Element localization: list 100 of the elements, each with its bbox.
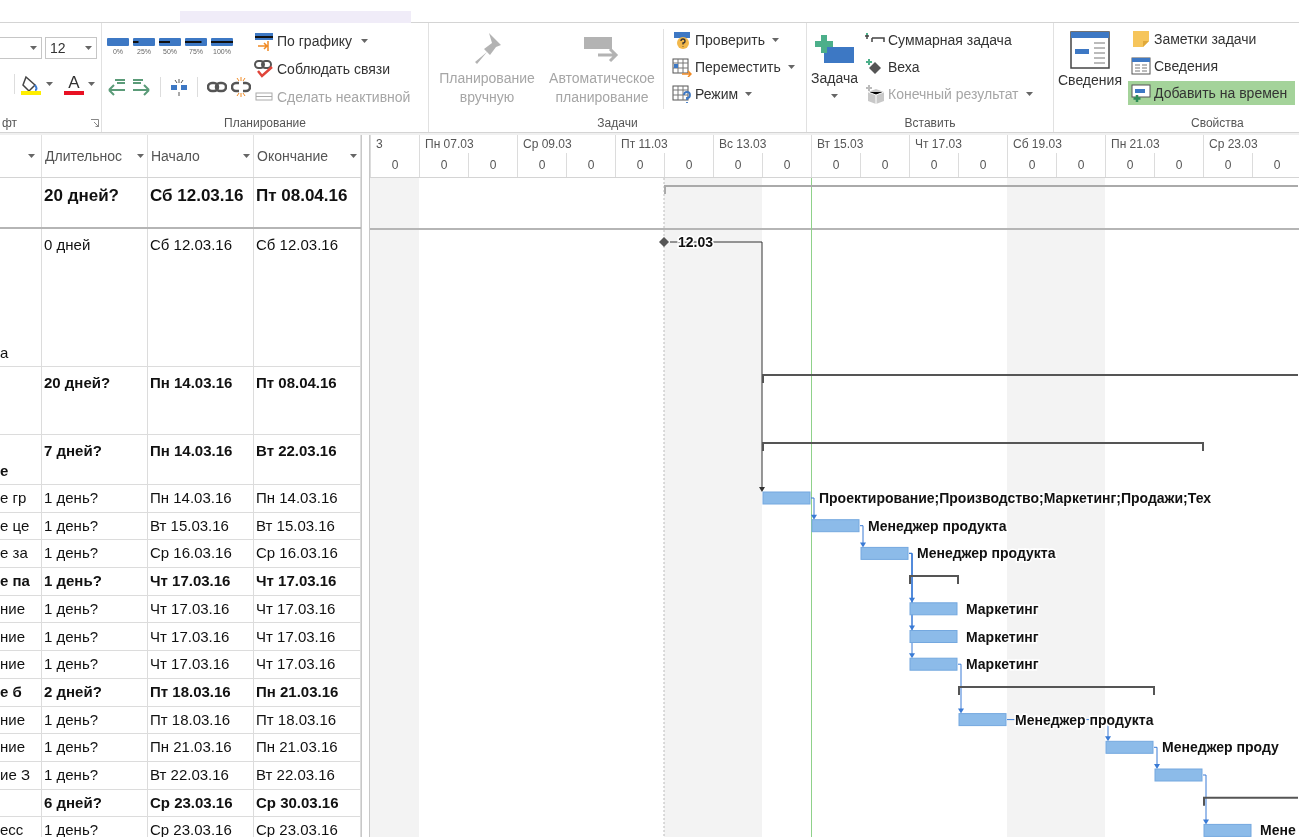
start-date-cell-text: Пн 21.03.16 [150,737,232,758]
task-bar [860,546,909,560]
duration-cell-text: 1 день? [44,737,99,758]
ribbon-button[interactable]: Веха [865,56,1033,78]
ribbon-button[interactable]: Сведения [1128,54,1296,78]
start-date-cell-text: Ср 16.03.16 [150,543,232,564]
split-task-button[interactable] [170,78,188,96]
timescale-date: Пт 11.03 [621,136,668,153]
finish-date-cell-text: Чт 17.03.16 [256,571,337,592]
ribbon-button[interactable]: Проверить [672,29,795,51]
timescale-value: 0 [1224,157,1232,174]
finish-date-cell-text: Вт 22.03.16 [256,764,335,785]
timescale-value: 0 [930,157,938,174]
timescale-value: 0 [1273,157,1281,174]
start-date-cell-text: Вт 22.03.16 [150,764,229,785]
duration-cell-text: 1 день? [44,709,99,730]
column-header[interactable]: Начало [148,135,254,177]
duration-cell-text: 1 день? [44,598,99,619]
start-date-cell-text: Пн 14.03.16 [150,441,233,461]
column-header[interactable]: Длительнос [42,135,148,177]
group-label: Вставить [904,115,956,132]
ribbon-button[interactable]: Соблюдать связи [254,58,411,80]
group-label: Свойства [1191,115,1244,132]
task-name-cell-text: есс [0,820,24,837]
bar-label: Мене [1260,822,1296,837]
start-date-cell-text: Пн 14.03.16 [150,373,233,393]
task-name-cell-text: ние [0,709,25,730]
large-ribbon-button[interactable]: Задача [811,29,858,98]
font-size-field[interactable]: 12 [45,37,97,59]
bar-label: Менеджер продукта [917,545,1056,562]
timescale-value: 0 [391,157,399,174]
large-ribbon-button[interactable]: Сведения [1058,29,1122,89]
schedule-bar-icon [254,31,274,51]
duration-cell-text: 1 день? [44,626,99,647]
timescale-value: 0 [440,157,448,174]
bar-label: Маркетинг [966,600,1039,617]
font-color-button[interactable]: A [64,73,95,95]
duration-cell-text: 0 дней [44,235,91,255]
calendar-question-icon [672,84,692,104]
finish-date-cell-text: Ср 30.03.16 [256,792,339,813]
start-date-cell-text: Сб 12.03.16 [150,185,244,207]
start-date-cell-text: Чт 17.03.16 [150,598,230,619]
timescale-value: 0 [1126,157,1134,174]
task-bar [1203,823,1252,837]
calendar-move-icon [672,57,692,77]
start-date-cell-text: Чт 17.03.16 [150,654,230,675]
task-name-cell-text: ние [0,598,25,619]
timescale-value: 0 [587,157,595,174]
duration-cell-text: 7 дней? [44,441,102,461]
start-date-cell-text: Пт 18.03.16 [150,681,231,702]
caret-icon [243,154,250,158]
link-arrow [1202,774,1209,825]
question-calendar-icon [672,30,692,50]
dialog-launcher-icon [91,119,99,127]
finish-date-cell-text: Вт 22.03.16 [256,441,337,461]
task-name-cell-text: ние [0,737,25,758]
finish-date-cell-text: Пн 14.03.16 [256,488,338,509]
caret-icon [745,92,753,96]
fill-color-button[interactable] [20,73,53,95]
task-bar [909,630,958,643]
start-date-cell-text: Ср 23.03.16 [150,792,233,813]
start-date-cell-text: Пн 14.03.16 [150,488,232,509]
task-name-cell-text: ие З [0,764,30,785]
timescale-date: Чт 17.03 [915,136,962,153]
timescale-date: Сб 19.03 [1013,136,1062,153]
ribbon-button[interactable]: Суммарная задача [865,29,1033,51]
start-date-cell-text: Сб 12.03.16 [150,235,232,255]
indent-button[interactable] [131,78,151,96]
link-arrow [859,525,866,548]
task-name-cell-text: е гр [0,488,27,509]
caret-icon [1025,92,1033,96]
caret-icon [350,154,357,158]
milestone-diamond [659,237,669,247]
task-name-cell-text: е це [0,515,30,536]
duration-cell-text: 2 дней? [44,681,102,702]
duration-cell-text: 20 дней? [44,185,119,207]
task-bar [1105,740,1154,754]
timescale-value: 0 [783,157,791,174]
split-bar-icon [170,78,188,96]
caret-icon [85,46,92,50]
unlink-button[interactable] [231,77,251,97]
ribbon-button[interactable]: По графику [254,30,411,52]
font-name-field[interactable] [0,37,42,59]
link-arrow [810,497,817,520]
duration-cell-text: 1 день? [44,764,99,785]
finish-date-cell-text: Пн 21.03.16 [256,681,339,702]
ribbon-button[interactable]: Заметки задачи [1128,27,1296,51]
ribbon-button[interactable]: Добавить на времен [1128,81,1296,105]
duration-cell-text: 1 день? [44,571,102,592]
finish-date-cell-text: Пт 08.04.16 [256,373,337,393]
outdent-button[interactable] [107,78,127,96]
group-label: фт [2,115,18,132]
bar-label: 12.03 [678,234,714,250]
bar-label: Маркетинг [966,628,1039,645]
caret-icon [46,82,53,86]
task-bar [909,602,958,616]
ribbon-button[interactable]: Переместить [672,56,795,78]
task-name-cell-text: е б [0,681,22,702]
broken-link-icon [231,77,251,97]
ribbon-button[interactable]: Режим [672,83,795,105]
